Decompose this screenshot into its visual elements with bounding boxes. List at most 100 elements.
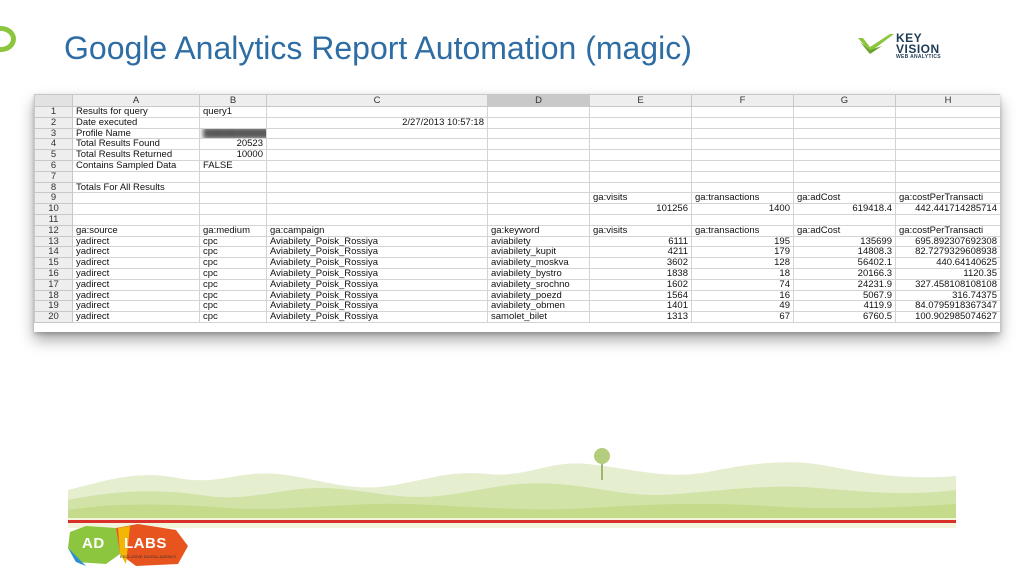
cell-c15[interactable]: Aviabilety_Poisk_Rossiya [266, 257, 488, 269]
cell-c6[interactable] [266, 159, 488, 172]
cell-b2[interactable] [199, 116, 267, 129]
cell-f11[interactable] [691, 213, 794, 226]
cell-e8[interactable] [589, 181, 692, 194]
cell-g2[interactable] [793, 116, 896, 129]
row-number[interactable]: 7 [34, 170, 73, 183]
cell-h12[interactable]: ga:costPerTransacti [895, 224, 1000, 237]
row-number[interactable]: 16 [34, 267, 73, 280]
cell-b6[interactable]: FALSE [199, 159, 267, 172]
column-header-d[interactable]: D [487, 94, 590, 107]
row-number[interactable]: 15 [34, 257, 73, 269]
cell-f2[interactable] [691, 116, 794, 129]
cell-a16[interactable]: yadirect [72, 267, 200, 280]
cell-b10[interactable] [199, 203, 267, 215]
row-number[interactable]: 11 [34, 213, 73, 226]
row-number[interactable]: 4 [34, 138, 73, 151]
row-number[interactable]: 17 [34, 278, 73, 291]
cell-b12[interactable]: ga:medium [199, 224, 267, 237]
cell-g6[interactable] [793, 159, 896, 172]
cell-e7[interactable] [589, 170, 692, 183]
cell-g14[interactable]: 14808.3 [793, 246, 896, 259]
cell-f4[interactable] [691, 138, 794, 151]
column-header-b[interactable]: B [199, 94, 267, 107]
row-number[interactable]: 5 [34, 149, 73, 161]
cell-d1[interactable] [487, 106, 590, 118]
cell-h17[interactable]: 327.458108108108 [895, 278, 1000, 291]
cell-e2[interactable] [589, 116, 692, 129]
cell-e1[interactable] [589, 106, 692, 118]
cell-h16[interactable]: 1120.35 [895, 267, 1000, 280]
cell-a6[interactable]: Contains Sampled Data [72, 159, 200, 172]
cell-e16[interactable]: 1838 [589, 267, 692, 280]
cell-h15[interactable]: 440.64140625 [895, 257, 1000, 269]
cell-g17[interactable]: 24231.9 [793, 278, 896, 291]
cell-b11[interactable] [199, 213, 267, 226]
cell-f6[interactable] [691, 159, 794, 172]
cell-c9[interactable] [266, 192, 488, 205]
cell-h6[interactable] [895, 159, 1000, 172]
cell-g12[interactable]: ga:adCost [793, 224, 896, 237]
cell-g7[interactable] [793, 170, 896, 183]
row-number[interactable]: 9 [34, 192, 73, 205]
cell-d17[interactable]: aviabilety_srochno [487, 278, 590, 291]
cell-g20[interactable]: 6760.5 [793, 311, 896, 323]
cell-a18[interactable]: yadirect [72, 289, 200, 302]
cell-a12[interactable]: ga:source [72, 224, 200, 237]
cell-a10[interactable] [72, 203, 200, 215]
cell-d12[interactable]: ga:keyword [487, 224, 590, 237]
cell-a2[interactable]: Date executed [72, 116, 200, 129]
cell-f13[interactable]: 195 [691, 235, 794, 248]
cell-a9[interactable] [72, 192, 200, 205]
column-header-a[interactable]: A [72, 94, 200, 107]
cell-a8[interactable]: Totals For All Results [72, 181, 200, 194]
cell-g9[interactable]: ga:adCost [793, 192, 896, 205]
cell-d3[interactable] [487, 127, 590, 140]
cell-d20[interactable]: samolet_bilet [487, 311, 590, 323]
cell-g16[interactable]: 20166.3 [793, 267, 896, 280]
row-number[interactable]: 12 [34, 224, 73, 237]
cell-a5[interactable]: Total Results Returned [72, 149, 200, 161]
cell-d8[interactable] [487, 181, 590, 194]
row-number[interactable]: 10 [34, 203, 73, 215]
row-number[interactable]: 14 [34, 246, 73, 259]
cell-g3[interactable] [793, 127, 896, 140]
cell-g4[interactable] [793, 138, 896, 151]
cell-a1[interactable]: Results for query [72, 106, 200, 118]
cell-h11[interactable] [895, 213, 1000, 226]
cell-f14[interactable]: 179 [691, 246, 794, 259]
cell-h5[interactable] [895, 149, 1000, 161]
cell-e10[interactable]: 101256 [589, 203, 692, 215]
row-number[interactable]: 20 [34, 311, 73, 323]
cell-a4[interactable]: Total Results Found [72, 138, 200, 151]
cell-h19[interactable]: 84.0795918367347 [895, 300, 1000, 313]
cell-e18[interactable]: 1564 [589, 289, 692, 302]
cell-c17[interactable]: Aviabilety_Poisk_Rossiya [266, 278, 488, 291]
cell-b8[interactable] [199, 181, 267, 194]
cell-b5[interactable]: 10000 [199, 149, 267, 161]
cell-h14[interactable]: 82.7279329608938 [895, 246, 1000, 259]
cell-e20[interactable]: 1313 [589, 311, 692, 323]
cell-c13[interactable]: Aviabilety_Poisk_Rossiya [266, 235, 488, 248]
cell-f9[interactable]: ga:transactions [691, 192, 794, 205]
cell-f20[interactable]: 67 [691, 311, 794, 323]
cell-d11[interactable] [487, 213, 590, 226]
row-number[interactable]: 19 [34, 300, 73, 313]
cell-e4[interactable] [589, 138, 692, 151]
cell-h3[interactable] [895, 127, 1000, 140]
cell-b19[interactable]: cpc [199, 300, 267, 313]
cell-d19[interactable]: aviabilety_obmen [487, 300, 590, 313]
cell-a15[interactable]: yadirect [72, 257, 200, 269]
cell-d15[interactable]: aviabilety_moskva [487, 257, 590, 269]
cell-a3[interactable]: Profile Name [72, 127, 200, 140]
cell-g19[interactable]: 4119.9 [793, 300, 896, 313]
row-number[interactable]: 8 [34, 181, 73, 194]
cell-a20[interactable]: yadirect [72, 311, 200, 323]
cell-f12[interactable]: ga:transactions [691, 224, 794, 237]
cell-g8[interactable] [793, 181, 896, 194]
row-number[interactable]: 18 [34, 289, 73, 302]
cell-b7[interactable] [199, 170, 267, 183]
cell-f1[interactable] [691, 106, 794, 118]
cell-a19[interactable]: yadirect [72, 300, 200, 313]
cell-h7[interactable] [895, 170, 1000, 183]
cell-c19[interactable]: Aviabilety_Poisk_Rossiya [266, 300, 488, 313]
